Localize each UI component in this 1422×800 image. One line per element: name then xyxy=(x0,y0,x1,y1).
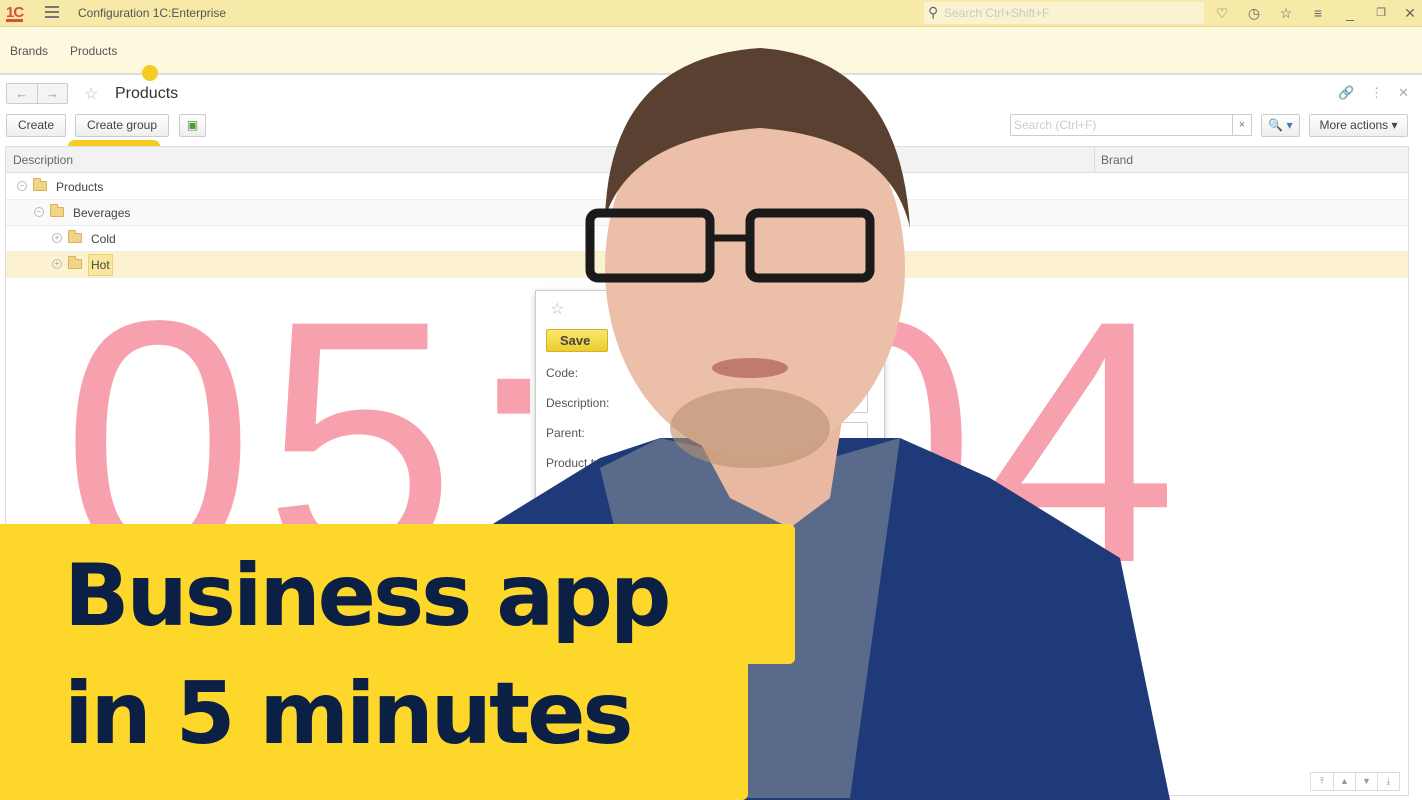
section-brands[interactable]: Brands xyxy=(10,44,48,58)
page-title: Products xyxy=(115,85,179,102)
create-button[interactable]: Create xyxy=(6,114,66,137)
banner-line-2: in 5 minutes xyxy=(64,664,634,764)
favorite-icon[interactable]: ☆ xyxy=(84,84,98,104)
dialog-more-button[interactable]: ▼ xyxy=(850,329,868,352)
main-menu-icon[interactable] xyxy=(45,6,59,18)
table-header: Description Brand xyxy=(6,147,1408,173)
restore-icon[interactable]: ❐ xyxy=(1372,4,1390,22)
sections-panel: Brands Products xyxy=(0,27,1422,75)
folder-icon xyxy=(68,230,82,243)
column-brand[interactable]: Brand xyxy=(1101,153,1133,167)
table-row[interactable]: − Beverages xyxy=(6,200,1408,226)
scroll-up-button[interactable]: ▲ xyxy=(1333,773,1355,790)
expand-icon[interactable]: + xyxy=(52,259,62,269)
row-label: Products xyxy=(56,180,104,194)
description-field[interactable] xyxy=(768,392,868,413)
scroll-down-button[interactable]: ▼ xyxy=(1355,773,1377,790)
scroll-top-button[interactable]: ⤒ xyxy=(1311,773,1333,790)
folder-icon xyxy=(50,204,64,217)
history-icon[interactable]: ◷ xyxy=(1245,4,1263,22)
save-button[interactable]: Save xyxy=(546,329,608,352)
title-bar: 1C Configuration 1C:Enterprise ⚲ ♡ ◷ ☆ ≡… xyxy=(0,0,1422,27)
close-dialog-icon[interactable]: ✕ xyxy=(861,297,874,315)
close-icon[interactable]: ✕ xyxy=(1401,4,1419,22)
back-button[interactable]: ← xyxy=(7,84,37,103)
close-form-icon[interactable]: ✕ xyxy=(1398,85,1409,101)
search-options-button[interactable]: 🔍 ▾ xyxy=(1261,114,1300,137)
scroll-buttons: ⤒ ▲ ▼ ⤓ xyxy=(1310,772,1400,791)
column-description[interactable]: Description xyxy=(13,153,73,167)
row-label: Beverages xyxy=(73,206,131,220)
table-row[interactable]: + Cold xyxy=(6,226,1408,252)
scroll-bottom-button[interactable]: ⤓ xyxy=(1377,773,1399,790)
list-search[interactable] xyxy=(1010,114,1233,136)
expand-icon[interactable]: + xyxy=(52,233,62,243)
code-label: Code: xyxy=(546,366,579,380)
description-label: Description: xyxy=(546,396,610,410)
minimize-icon[interactable]: _ xyxy=(1341,4,1359,22)
section-products[interactable]: Products xyxy=(70,44,117,58)
clear-search-button[interactable]: × xyxy=(1232,114,1252,136)
search-icon: ⚲ xyxy=(928,4,939,20)
star-icon[interactable]: ☆ xyxy=(1277,4,1295,22)
column-divider xyxy=(1094,147,1095,173)
bell-icon[interactable]: ♡ xyxy=(1213,4,1231,22)
more-menu-icon[interactable]: ⋮ xyxy=(1370,85,1383,101)
title-banner: Business app in 5 minutes xyxy=(0,524,795,800)
favorite-icon[interactable]: ☆ xyxy=(550,299,564,319)
1c-logo: 1C xyxy=(6,4,24,22)
table-row[interactable]: − Products xyxy=(6,174,1408,200)
export-icon[interactable]: ▣ xyxy=(179,114,206,137)
list-search-input[interactable] xyxy=(1011,115,1232,135)
app-title: Configuration 1C:Enterprise xyxy=(78,6,227,20)
nav-buttons: ← → xyxy=(6,83,68,104)
row-label: Cold xyxy=(91,232,116,246)
link-icon[interactable]: 🔗 xyxy=(1338,85,1354,101)
product-type-label: Product ty... xyxy=(546,456,610,470)
product-type-field[interactable] xyxy=(768,452,868,473)
parent-label: Parent: xyxy=(546,426,585,440)
folder-icon xyxy=(33,178,47,191)
global-search-input[interactable] xyxy=(944,4,1194,22)
parent-field[interactable] xyxy=(768,422,868,443)
create-group-button[interactable]: Create group xyxy=(75,114,169,137)
collapse-icon[interactable]: − xyxy=(34,207,44,217)
menu-filter-icon[interactable]: ≡ xyxy=(1309,4,1327,22)
create-group-dialog: ☆ ✕ Save ▼ Code: Description: Parent: Pr… xyxy=(535,290,885,520)
cursor-highlight xyxy=(142,65,158,81)
banner-line-1: Business app xyxy=(64,546,671,646)
forward-button[interactable]: → xyxy=(36,84,68,103)
collapse-icon[interactable]: − xyxy=(17,181,27,191)
more-actions-button[interactable]: More actions ▾ xyxy=(1309,114,1408,137)
global-search[interactable]: ⚲ xyxy=(924,2,1204,24)
